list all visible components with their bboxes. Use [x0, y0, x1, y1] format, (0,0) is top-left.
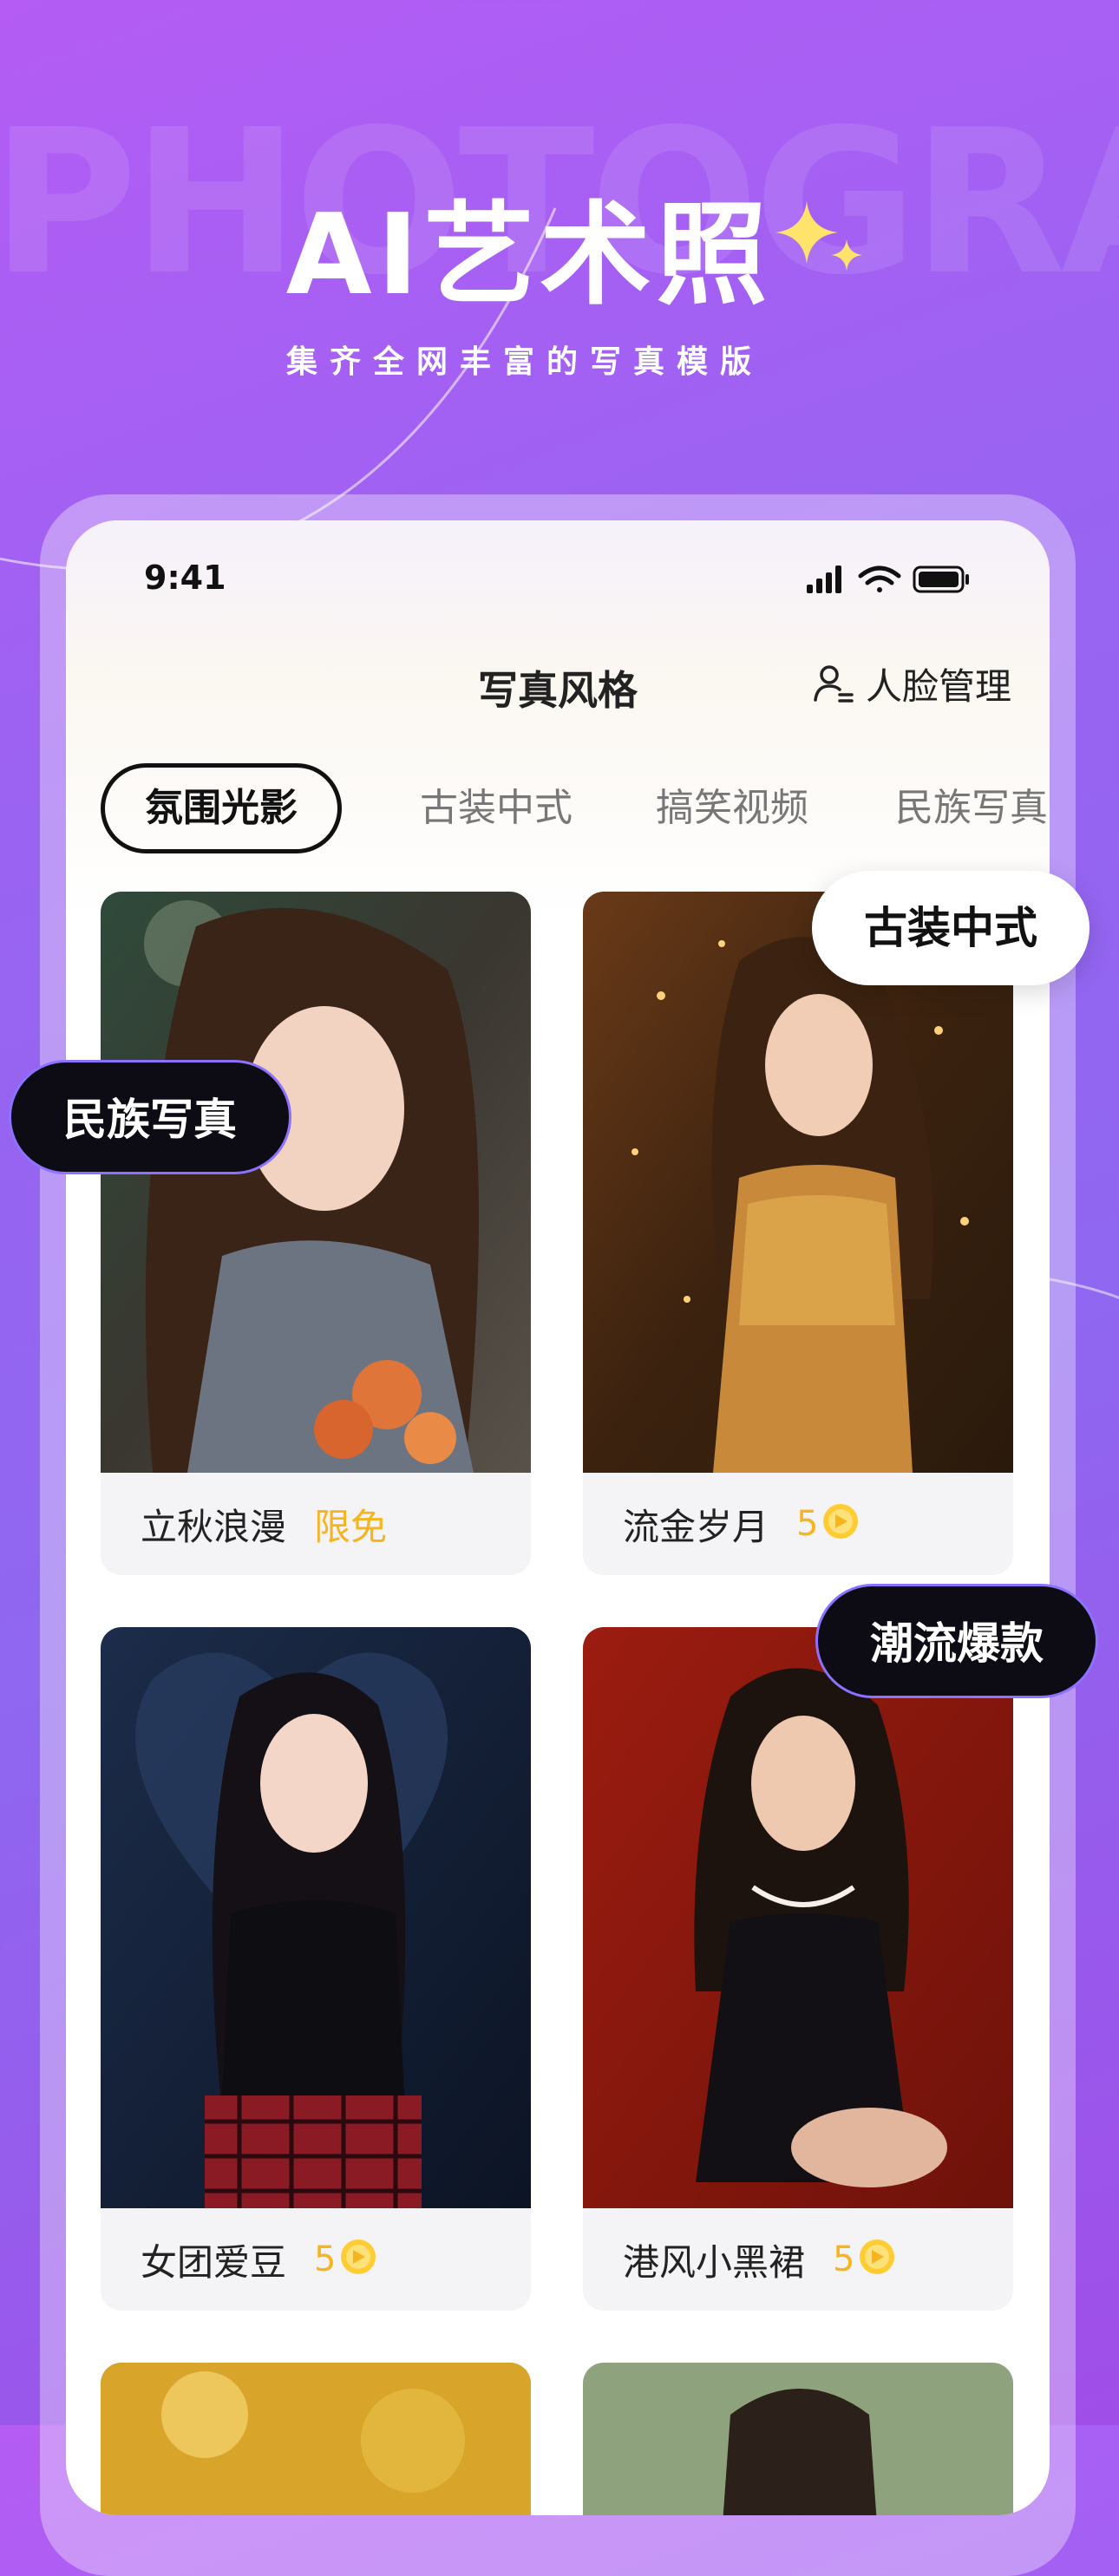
price-value: 5	[796, 1504, 819, 1544]
template-name: 女团爱豆	[141, 2240, 287, 2284]
sparkle-icon	[775, 201, 862, 271]
template-photo	[583, 1627, 1013, 2208]
template-photo	[101, 1627, 531, 2208]
template-photo	[583, 2363, 1013, 2515]
floating-tag-ancient[interactable]: 古装中式	[812, 871, 1090, 985]
template-card[interactable]	[583, 2363, 1013, 2515]
card-info: 立秋浪漫 限免	[101, 1473, 531, 1575]
hero-subtitle: 集齐全网丰富的写真模版	[285, 344, 763, 380]
status-time: 9:41	[144, 559, 226, 597]
floating-tag-trending[interactable]: 潮流爆款	[815, 1584, 1098, 1698]
tab-funny-video[interactable]: 搞笑视频	[656, 763, 808, 853]
tab-atmosphere-light[interactable]: 氛围光影	[101, 763, 342, 853]
price-value: 5	[833, 2239, 855, 2279]
status-icons	[807, 566, 969, 593]
coin-icon	[823, 1504, 859, 1539]
style-tabs: 氛围光影 古装中式 搞笑视频 民族写真	[101, 763, 1050, 859]
template-photo	[101, 892, 531, 1473]
card-info: 港风小黑裙 5	[583, 2208, 1013, 2311]
coin-icon	[860, 2239, 895, 2274]
card-info: 女团爱豆 5	[101, 2208, 531, 2311]
floating-tag-ethnic[interactable]: 民族写真	[9, 1060, 291, 1174]
phone-screen: 9:41 写真风格 人脸管理 氛围光影 古装中式 搞笑视频 民族写真 立秋浪漫 …	[66, 520, 1050, 2515]
template-card[interactable]	[101, 2363, 531, 2515]
face-management-button[interactable]: 人脸管理	[812, 659, 1011, 708]
template-name: 流金岁月	[623, 1505, 769, 1548]
user-manage-icon	[814, 665, 854, 703]
template-card[interactable]: 女团爱豆 5	[101, 1627, 531, 2311]
free-badge: 限免	[314, 1505, 388, 1548]
template-name: 立秋浪漫	[141, 1505, 287, 1548]
tab-ethnic-portrait[interactable]: 民族写真	[895, 763, 1048, 853]
template-name: 港风小黑裙	[623, 2240, 806, 2284]
template-card[interactable]: 立秋浪漫 限免	[101, 892, 531, 1575]
face-management-label: 人脸管理	[865, 664, 1011, 708]
battery-icon	[913, 566, 969, 593]
price-value: 5	[314, 2239, 337, 2279]
template-photo	[101, 2363, 531, 2515]
signal-icon	[807, 566, 841, 593]
wifi-icon	[858, 566, 901, 592]
template-card[interactable]: 港风小黑裙 5	[583, 1627, 1013, 2311]
tab-ancient-chinese[interactable]: 古装中式	[420, 763, 573, 853]
template-card[interactable]: 流金岁月 5	[583, 892, 1013, 1575]
coin-icon	[341, 2239, 376, 2274]
card-info: 流金岁月 5	[583, 1473, 1013, 1575]
hero-title: AI艺术照	[285, 191, 773, 320]
